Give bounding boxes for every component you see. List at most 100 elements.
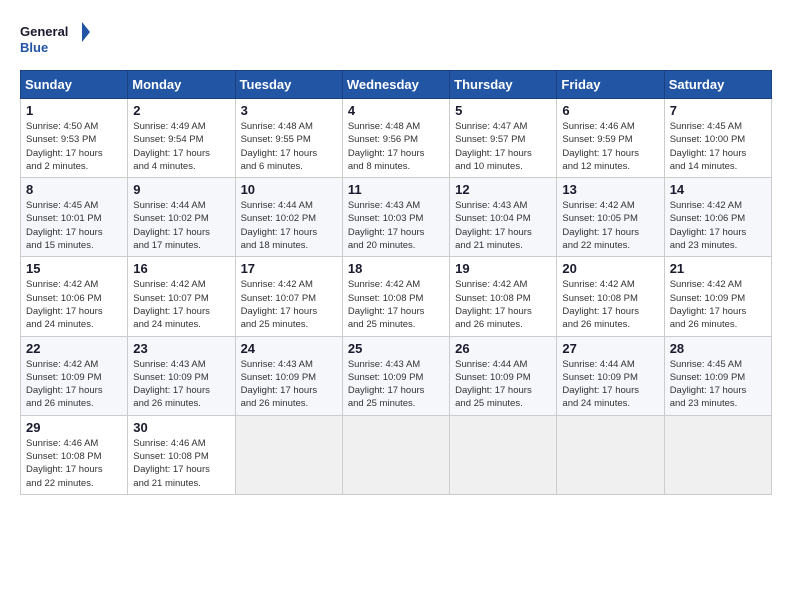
day-cell: 17 Sunrise: 4:42 AMSunset: 10:07 PMDaylig… [235,257,342,336]
day-cell: 24Sunrise: 4:43 AMSunset: 10:09 PMDaylig… [235,336,342,415]
day-number: 19 [455,261,551,276]
day-number: 4 [348,103,444,118]
day-info: Sunrise: 4:48 AMSunset: 9:55 PMDaylight:… [241,120,337,173]
day-number: 13 [562,182,658,197]
day-cell: 21 Sunrise: 4:42 AMSunset: 10:09 PMDaylig… [664,257,771,336]
day-info: Sunrise: 4:45 AMSunset: 10:01 PMDaylight… [26,199,122,252]
week-row-5: 29 Sunrise: 4:46 AMSunset: 10:08 PMDaylig… [21,415,772,494]
day-number: 17 [241,261,337,276]
day-info: Sunrise: 4:49 AMSunset: 9:54 PMDaylight:… [133,120,229,173]
day-number: 9 [133,182,229,197]
day-cell: 3 Sunrise: 4:48 AMSunset: 9:55 PMDaylight… [235,99,342,178]
day-info: Sunrise: 4:43 AMSunset: 10:03 PMDaylight… [348,199,444,252]
logo-svg: General Blue [20,20,90,60]
svg-text:Blue: Blue [20,40,48,55]
day-cell [342,415,449,494]
weekday-header-tuesday: Tuesday [235,71,342,99]
week-row-3: 15 Sunrise: 4:42 AMSunset: 10:06 PMDaylig… [21,257,772,336]
day-cell: 27 Sunrise: 4:44 AMSunset: 10:09 PMDaylig… [557,336,664,415]
day-number: 7 [670,103,766,118]
day-info: Sunrise: 4:48 AMSunset: 9:56 PMDaylight:… [348,120,444,173]
week-row-2: 8 Sunrise: 4:45 AMSunset: 10:01 PMDayligh… [21,178,772,257]
day-cell: 13 Sunrise: 4:42 AMSunset: 10:05 PMDaylig… [557,178,664,257]
svg-text:General: General [20,24,68,39]
calendar-table: SundayMondayTuesdayWednesdayThursdayFrid… [20,70,772,495]
day-info: Sunrise: 4:44 AMSunset: 10:09 PMDaylight… [455,358,551,411]
day-cell: 9 Sunrise: 4:44 AMSunset: 10:02 PMDayligh… [128,178,235,257]
day-number: 5 [455,103,551,118]
day-info: Sunrise: 4:42 AMSunset: 10:08 PMDaylight… [348,278,444,331]
day-cell: 11 Sunrise: 4:43 AMSunset: 10:03 PMDaylig… [342,178,449,257]
weekday-header-row: SundayMondayTuesdayWednesdayThursdayFrid… [21,71,772,99]
day-info: Sunrise: 4:46 AMSunset: 10:08 PMDaylight… [133,437,229,490]
day-number: 20 [562,261,658,276]
day-info: Sunrise: 4:42 AMSunset: 10:08 PMDaylight… [562,278,658,331]
day-info: Sunrise: 4:44 AMSunset: 10:09 PMDaylight… [562,358,658,411]
day-number: 18 [348,261,444,276]
day-info: Sunrise: 4:42 AMSunset: 10:05 PMDaylight… [562,199,658,252]
day-number: 11 [348,182,444,197]
day-number: 26 [455,341,551,356]
day-info: Sunrise: 4:42 AMSunset: 10:06 PMDaylight… [670,199,766,252]
page-header: General Blue [20,20,772,60]
day-cell: 20 Sunrise: 4:42 AMSunset: 10:08 PMDaylig… [557,257,664,336]
day-info: Sunrise: 4:43 AMSunset: 10:09 PMDaylight… [348,358,444,411]
day-number: 14 [670,182,766,197]
day-info: Sunrise: 4:45 AMSunset: 10:09 PMDaylight… [670,358,766,411]
weekday-header-thursday: Thursday [450,71,557,99]
day-info: Sunrise: 4:42 AMSunset: 10:06 PMDaylight… [26,278,122,331]
day-info: Sunrise: 4:47 AMSunset: 9:57 PMDaylight:… [455,120,551,173]
day-info: Sunrise: 4:45 AMSunset: 10:00 PMDaylight… [670,120,766,173]
day-cell: 15 Sunrise: 4:42 AMSunset: 10:06 PMDaylig… [21,257,128,336]
day-info: Sunrise: 4:43 AMSunset: 10:04 PMDaylight… [455,199,551,252]
day-cell: 1 Sunrise: 4:50 AMSunset: 9:53 PMDaylight… [21,99,128,178]
day-number: 2 [133,103,229,118]
day-cell: 25 Sunrise: 4:43 AMSunset: 10:09 PMDaylig… [342,336,449,415]
week-row-4: 22Sunrise: 4:42 AMSunset: 10:09 PMDaylig… [21,336,772,415]
day-cell: 6 Sunrise: 4:46 AMSunset: 9:59 PMDaylight… [557,99,664,178]
day-info: Sunrise: 4:42 AMSunset: 10:08 PMDaylight… [455,278,551,331]
day-cell: 7 Sunrise: 4:45 AMSunset: 10:00 PMDayligh… [664,99,771,178]
day-number: 23 [133,341,229,356]
day-info: Sunrise: 4:46 AMSunset: 9:59 PMDaylight:… [562,120,658,173]
weekday-header-monday: Monday [128,71,235,99]
day-cell: 16 Sunrise: 4:42 AMSunset: 10:07 PMDaylig… [128,257,235,336]
weekday-header-saturday: Saturday [664,71,771,99]
day-number: 15 [26,261,122,276]
day-cell: 2 Sunrise: 4:49 AMSunset: 9:54 PMDaylight… [128,99,235,178]
day-info: Sunrise: 4:44 AMSunset: 10:02 PMDaylight… [241,199,337,252]
day-cell [235,415,342,494]
day-cell: 12Sunrise: 4:43 AMSunset: 10:04 PMDaylig… [450,178,557,257]
day-cell: 10 Sunrise: 4:44 AMSunset: 10:02 PMDaylig… [235,178,342,257]
day-info: Sunrise: 4:42 AMSunset: 10:07 PMDaylight… [241,278,337,331]
day-cell: 18 Sunrise: 4:42 AMSunset: 10:08 PMDaylig… [342,257,449,336]
day-number: 28 [670,341,766,356]
day-number: 1 [26,103,122,118]
day-info: Sunrise: 4:50 AMSunset: 9:53 PMDaylight:… [26,120,122,173]
day-cell [557,415,664,494]
day-number: 8 [26,182,122,197]
day-number: 22 [26,341,122,356]
day-cell [450,415,557,494]
day-number: 21 [670,261,766,276]
day-cell: 26 Sunrise: 4:44 AMSunset: 10:09 PMDaylig… [450,336,557,415]
day-cell: 30Sunrise: 4:46 AMSunset: 10:08 PMDaylig… [128,415,235,494]
day-cell [664,415,771,494]
day-cell: 28 Sunrise: 4:45 AMSunset: 10:09 PMDaylig… [664,336,771,415]
day-cell: 5 Sunrise: 4:47 AMSunset: 9:57 PMDaylight… [450,99,557,178]
day-number: 10 [241,182,337,197]
week-row-1: 1 Sunrise: 4:50 AMSunset: 9:53 PMDaylight… [21,99,772,178]
logo: General Blue [20,20,90,60]
day-number: 6 [562,103,658,118]
day-number: 24 [241,341,337,356]
day-info: Sunrise: 4:44 AMSunset: 10:02 PMDaylight… [133,199,229,252]
day-number: 16 [133,261,229,276]
day-info: Sunrise: 4:42 AMSunset: 10:09 PMDaylight… [670,278,766,331]
day-number: 3 [241,103,337,118]
day-number: 25 [348,341,444,356]
weekday-header-wednesday: Wednesday [342,71,449,99]
day-number: 27 [562,341,658,356]
day-info: Sunrise: 4:42 AMSunset: 10:07 PMDaylight… [133,278,229,331]
weekday-header-friday: Friday [557,71,664,99]
day-number: 29 [26,420,122,435]
